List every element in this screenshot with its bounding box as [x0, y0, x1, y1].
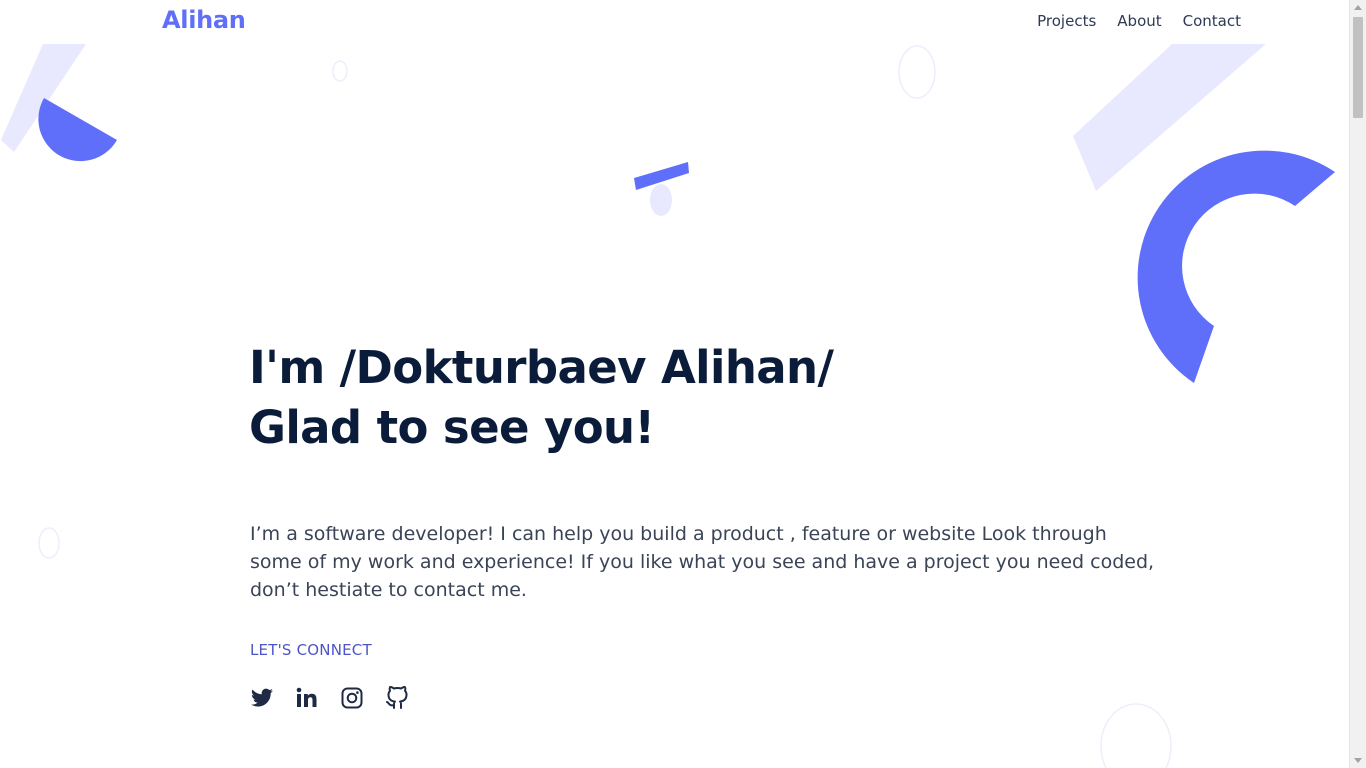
deco-bar-center [634, 162, 689, 190]
instagram-link[interactable] [340, 686, 366, 712]
hero-title-line-1: I'm /Dokturbaev Alihan/ [249, 341, 834, 394]
deco-half-circle [38, 98, 117, 162]
deco-ellipse-2 [898, 45, 936, 99]
twitter-icon [251, 688, 273, 707]
deco-arc [1137, 150, 1335, 383]
hero-title-line-2: Glad to see you! [249, 401, 655, 454]
instagram-icon [341, 687, 363, 709]
scroll-thumb[interactable] [1353, 17, 1363, 118]
hero-description: I’m a software developer! I can help you… [250, 523, 1155, 601]
nav-contact-link[interactable]: Contact [1183, 12, 1241, 30]
deco-ellipse-center [650, 184, 672, 216]
linkedin-icon [296, 687, 317, 707]
connect-label: LET'S CONNECT [250, 641, 372, 659]
deco-ellipse-4 [1100, 703, 1172, 768]
deco-ellipse-3 [38, 527, 60, 559]
hero-title: I'm /Dokturbaev Alihan/ Glad to see you! [249, 338, 834, 458]
deco-ellipse-1 [332, 60, 348, 82]
page-scrollbar[interactable] [1349, 0, 1366, 768]
nav-about-link[interactable]: About [1117, 12, 1161, 30]
logo[interactable]: Alihan [162, 6, 246, 34]
scroll-up-icon[interactable] [1354, 5, 1362, 10]
nav-projects-link[interactable]: Projects [1037, 12, 1096, 30]
linkedin-link[interactable] [295, 686, 321, 712]
scroll-down-icon[interactable] [1354, 758, 1362, 763]
deco-bar-top-left [1, 44, 86, 152]
twitter-link[interactable] [250, 686, 276, 712]
github-link[interactable] [385, 686, 411, 712]
main-nav: Projects About Contact [1037, 12, 1241, 30]
github-icon [386, 686, 408, 709]
social-links [250, 686, 411, 712]
deco-bar-top-right [1073, 44, 1266, 191]
page: Alihan Projects About Contact I'm /Doktu… [0, 0, 1349, 768]
